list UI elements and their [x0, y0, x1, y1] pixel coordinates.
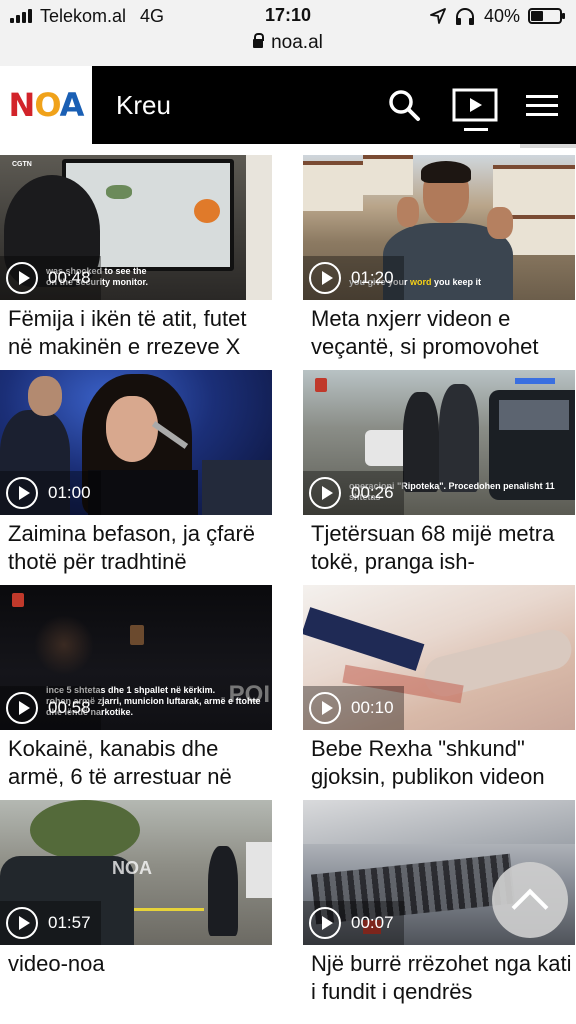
battery-percent: 40%: [483, 5, 520, 26]
video-duration: 01:20: [351, 268, 394, 287]
video-duration: 00:48: [48, 268, 91, 287]
video-thumbnail[interactable]: 01:00: [0, 370, 272, 515]
video-tab-button[interactable]: [450, 66, 500, 144]
video-duration: 00:07: [351, 913, 394, 932]
logo-text: NOA: [8, 86, 85, 124]
status-right: 40%: [430, 5, 565, 27]
location-arrow-icon: [430, 8, 446, 24]
video-card[interactable]: CGTN was shocked to see the on the securi…: [0, 155, 272, 369]
video-play-icon: [452, 88, 498, 122]
status-bar: Telekom.al 4G 17:10 40% noa.al: [0, 0, 576, 66]
play-overlay[interactable]: 00:26: [303, 471, 404, 515]
lock-icon: [253, 33, 265, 48]
video-duration: 00:10: [351, 698, 394, 717]
video-title[interactable]: Fëmija i ikën të atit, futet në makinën …: [8, 305, 270, 363]
video-title[interactable]: Bebe Rexha "shkund" gjoksin, publikon vi…: [311, 735, 573, 793]
play-icon: [309, 907, 341, 939]
video-card[interactable]: POI ince 5 shtetas dhe 1 shpallet në kër…: [0, 585, 272, 799]
address-bar[interactable]: noa.al: [0, 32, 576, 54]
scroll-to-top-button[interactable]: [492, 862, 568, 938]
header-shadow: [520, 144, 576, 148]
video-title[interactable]: Tjetërsuan 68 mijë metra tokë, pranga is…: [311, 520, 573, 578]
search-icon: [389, 90, 420, 121]
play-overlay[interactable]: 01:00: [0, 471, 101, 515]
headphones-icon: [455, 8, 474, 25]
video-duration: 01:00: [48, 483, 91, 502]
play-icon: [309, 262, 341, 294]
play-overlay[interactable]: 01:20: [303, 256, 404, 300]
video-thumbnail[interactable]: CGTN was shocked to see the on the securi…: [0, 155, 272, 300]
hamburger-icon: [526, 89, 558, 122]
play-overlay[interactable]: 00:10: [303, 686, 404, 730]
video-duration: 00:26: [351, 483, 394, 502]
play-overlay[interactable]: 00:58: [0, 686, 101, 730]
video-title[interactable]: Zaimina befason, ja çfarë thotë për trad…: [8, 520, 270, 578]
video-thumbnail[interactable]: NOA 01:57: [0, 800, 272, 945]
page-title: Kreu: [116, 90, 171, 120]
chevron-up-icon: [511, 888, 549, 926]
video-thumbnail[interactable]: you give your word you keep it 01:20: [303, 155, 575, 300]
site-logo[interactable]: NOA: [0, 66, 92, 144]
menu-button[interactable]: [520, 66, 564, 144]
channel-label: CGTN: [12, 161, 32, 168]
play-overlay[interactable]: 00:07: [303, 901, 404, 945]
video-card[interactable]: you give your word you keep it 01:20 Met…: [303, 155, 575, 369]
watermark-text: NOA: [112, 858, 152, 878]
video-title[interactable]: Meta nxjerr videon e veçantë, si promovo…: [311, 305, 573, 363]
video-duration: 01:57: [48, 913, 91, 932]
play-icon: [6, 692, 38, 724]
video-card[interactable]: 00:10 Bebe Rexha "shkund" gjoksin, publi…: [303, 585, 575, 799]
video-title[interactable]: Kokainë, kanabis dhe armë, 6 të arrestua…: [8, 735, 270, 793]
play-overlay[interactable]: 00:48: [0, 256, 101, 300]
video-title[interactable]: Një burrë rrëzohet nga kati i fundit i q…: [311, 950, 573, 1008]
battery-icon: [528, 8, 565, 24]
video-title[interactable]: video-noa: [8, 950, 270, 1008]
site-header: NOA Kreu: [0, 66, 576, 144]
play-icon: [309, 692, 341, 724]
play-icon: [6, 477, 38, 509]
video-card[interactable]: 01:00 Zaimina befason, ja çfarë thotë pë…: [0, 370, 272, 584]
video-card[interactable]: operacioni "Ripoteka". Procedohen penali…: [303, 370, 575, 584]
video-duration: 00:58: [48, 698, 91, 717]
play-icon: [6, 907, 38, 939]
play-icon: [6, 262, 38, 294]
play-icon: [309, 477, 341, 509]
active-tab-indicator: [464, 128, 488, 131]
video-thumbnail[interactable]: 00:10: [303, 585, 575, 730]
video-card[interactable]: NOA 01:57 video-noa: [0, 800, 272, 1014]
video-thumbnail[interactable]: operacioni "Ripoteka". Procedohen penali…: [303, 370, 575, 515]
search-button[interactable]: [384, 66, 424, 144]
video-thumbnail[interactable]: POI ince 5 shtetas dhe 1 shpallet në kër…: [0, 585, 272, 730]
url-text: noa.al: [271, 32, 323, 53]
play-overlay[interactable]: 01:57: [0, 901, 101, 945]
